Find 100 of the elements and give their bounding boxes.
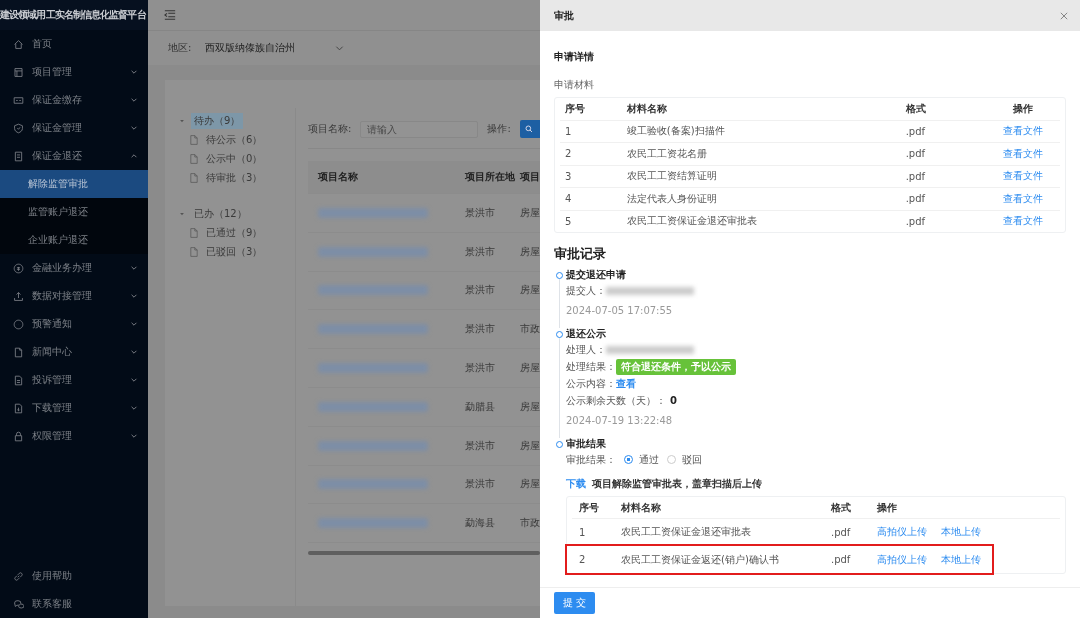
column-header: 序号 (578, 500, 600, 515)
table-cell-text: 5 (564, 215, 573, 227)
tree-node[interactable]: 已驳回（3） (203, 243, 266, 260)
tree-node[interactable]: 公示中（0） (203, 150, 266, 167)
column-header: 材料名称 (621, 500, 662, 515)
menu-item[interactable]: 保证金管理 (0, 114, 148, 142)
upload-link[interactable]: 本地上传 (941, 552, 981, 567)
submenu-item[interactable]: 企业账户退还 (0, 226, 148, 254)
menu-item[interactable]: 权限管理 (0, 422, 148, 450)
column-header: 材料名称 (626, 101, 668, 116)
table-cell-text: 2 (578, 554, 587, 565)
menu-item[interactable]: 保证金退还 (0, 142, 148, 170)
table-cell-text: 景洪市 (464, 205, 496, 220)
view-file-link[interactable]: 查看文件 (1002, 215, 1043, 227)
table-cell: 房屋 (520, 399, 540, 414)
column-header: 操作 (1011, 101, 1034, 116)
table-cell-text: 勐海县 (464, 516, 496, 531)
table-cell-text: 法定代表人身份证明 (626, 191, 718, 206)
table-cell-text: .pdf (905, 170, 927, 182)
submenu-item[interactable]: 解除监管审批 (0, 170, 148, 198)
menu-item[interactable]: 保证金缴存 (0, 86, 148, 114)
download-link[interactable]: 下载 (566, 478, 586, 489)
table-cell-text: 农民工工资保证金返还(销户)确认书 (621, 552, 780, 567)
menu-item[interactable]: 数据对接管理 (0, 282, 148, 310)
column-header: 项目所在地 (464, 170, 516, 184)
section-title: 申请详情 (554, 50, 595, 64)
table-cell: 市政 (520, 322, 540, 337)
table-cell-text: 1 (564, 125, 573, 137)
menu-item[interactable]: 新闻中心 (0, 338, 148, 366)
menu-item[interactable]: 投诉管理 (0, 366, 148, 394)
project-name-input[interactable]: 请输入 (360, 120, 479, 138)
table-cell: 房屋 (520, 361, 540, 376)
tree-node[interactable]: 待审批（3） (203, 169, 266, 186)
section-title: 审批记录 (554, 246, 607, 263)
menu-item[interactable]: 使用帮助 (0, 562, 148, 590)
timestamp: 2024-07-05 17:07:55 (566, 303, 674, 318)
field-label: 处理结果： (566, 359, 616, 374)
upload-link[interactable]: 高拍仪上传 (877, 525, 927, 539)
column-header: 格式 (831, 500, 852, 515)
table-cell-text: .pdf (905, 125, 927, 137)
tree-node[interactable]: 待公示（6） (203, 131, 266, 148)
radio-option[interactable]: 驳回 (667, 452, 702, 467)
table-cell-text: 农民工工资保证金退还审批表 (621, 525, 752, 539)
drawer-title: 审批 (554, 8, 574, 23)
menu-item[interactable]: 项目管理 (0, 58, 148, 86)
menu-item[interactable]: 预警通知 (0, 310, 148, 338)
column-header: 项目 (520, 170, 540, 184)
view-file-link[interactable]: 查看文件 (1002, 170, 1043, 182)
table-cell-text: 景洪市 (464, 361, 496, 376)
submit-button[interactable]: 提 交 (554, 592, 596, 614)
tree-node[interactable]: 已办（12） (191, 206, 250, 222)
field-label: 操作: (487, 122, 511, 136)
table-cell-text: 竣工验收(备案)扫描件 (626, 124, 726, 139)
view-file-link[interactable]: 查看文件 (1002, 192, 1043, 204)
tree-node[interactable]: 待办（9） (191, 113, 244, 129)
table-cell-text: 景洪市 (464, 244, 496, 259)
step-title: 退还公示 (566, 328, 607, 341)
table-cell-text: 景洪市 (464, 322, 496, 337)
table-cell-text: 1 (578, 526, 587, 538)
table-cell: 房屋 (520, 244, 540, 259)
table-cell-text: .pdf (905, 193, 927, 205)
menu-item[interactable]: 联系客服 (0, 590, 148, 618)
region-select[interactable]: 西双版纳傣族自治州 (205, 41, 345, 55)
timestamp: 2024-07-19 13:22:48 (566, 413, 674, 428)
column-header: 操作 (877, 500, 897, 515)
table-cell-text: .pdf (905, 148, 927, 160)
column-header: 序号 (564, 101, 586, 116)
table-cell-text: 景洪市 (464, 283, 496, 298)
section-subtitle: 申请材料 (554, 78, 595, 92)
column-header: 项目名称 (317, 170, 359, 184)
table-cell-text: 景洪市 (464, 477, 496, 492)
field-label: 公示剩余天数（天）： (566, 393, 666, 408)
menu-item[interactable]: 金融业务办理 (0, 254, 148, 282)
field-label: 处理人： (566, 342, 606, 357)
radio-option[interactable]: 通过 (624, 452, 659, 467)
table-cell-text: 农民工工资花名册 (626, 146, 708, 161)
table-cell-text: 3 (564, 170, 573, 182)
table-cell-text: 景洪市 (464, 438, 496, 453)
tree-node[interactable]: 已通过（9） (203, 224, 266, 241)
field-label: 项目名称: (308, 122, 352, 136)
menu-item[interactable]: 首页 (0, 30, 148, 58)
table-cell-text: .pdf (831, 554, 852, 565)
field-value: 0 (670, 395, 677, 406)
column-header: 格式 (905, 101, 927, 116)
view-file-link[interactable]: 查看文件 (1002, 125, 1043, 137)
submenu-item[interactable]: 监管账户退还 (0, 198, 148, 226)
step-title: 审批结果 (566, 438, 607, 451)
table-cell: 房屋 (520, 205, 540, 220)
field-label: 公示内容： (566, 376, 616, 391)
table-cell-text: 农民工工资保证金退还审批表 (626, 214, 758, 229)
menu-item[interactable]: 下载管理 (0, 394, 148, 422)
view-file-link[interactable]: 查看文件 (1002, 147, 1043, 159)
upload-link[interactable]: 高拍仪上传 (877, 552, 927, 567)
table-cell: 房屋 (520, 477, 540, 492)
upload-link[interactable]: 本地上传 (941, 525, 981, 539)
field-label: 提交人： (566, 283, 606, 298)
table-cell-text: 农民工工资结算证明 (626, 169, 718, 184)
region-label: 地区: (168, 41, 192, 55)
table-cell-text: .pdf (905, 215, 927, 227)
view-link[interactable]: 查看 (616, 376, 636, 391)
